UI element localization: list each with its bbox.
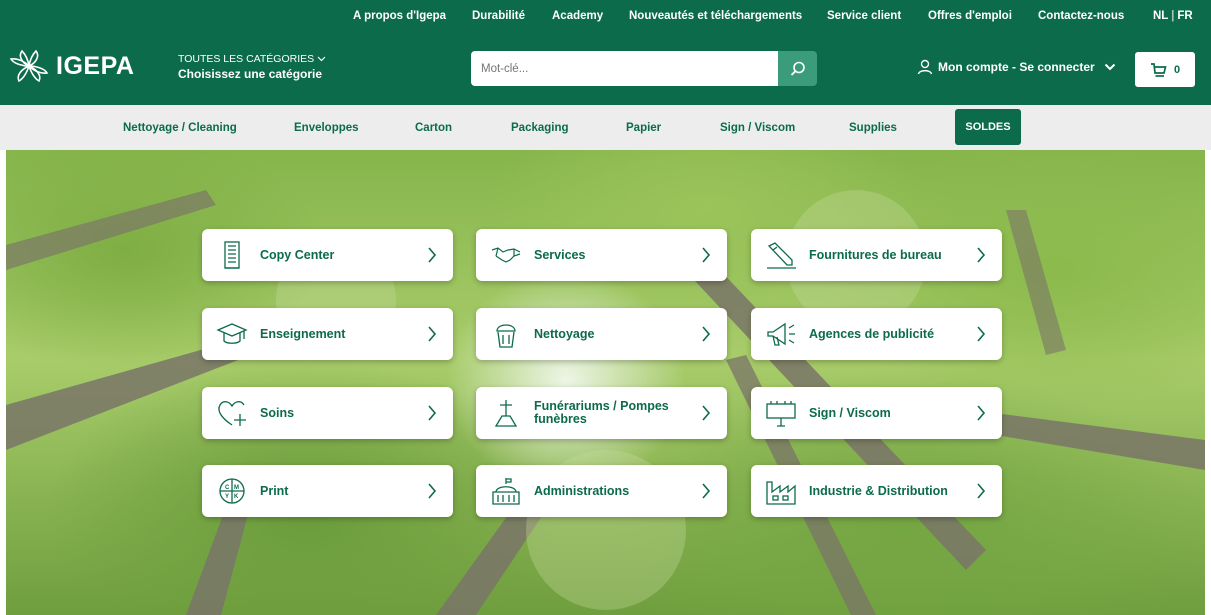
category-dropdown-value: Choisissez une catégorie: [178, 67, 323, 81]
catnav-item-carton[interactable]: Carton: [415, 122, 452, 134]
svg-text:M: M: [234, 485, 239, 491]
hero-banner: Copy Center Services Fournitures de bure…: [6, 150, 1205, 615]
chevron-right-icon: [977, 326, 986, 342]
tile-copy-center[interactable]: Copy Center: [202, 229, 453, 281]
tile-label: Industrie & Distribution: [809, 483, 948, 498]
svg-text:Y: Y: [225, 494, 229, 500]
tile-industry-distribution[interactable]: Industrie & Distribution: [751, 465, 1002, 517]
lang-nl-link[interactable]: NL: [1153, 10, 1168, 22]
cart-button[interactable]: 0: [1135, 52, 1195, 87]
catnav-item-envelopes[interactable]: Enveloppes: [294, 122, 359, 134]
chevron-right-icon: [977, 247, 986, 263]
tile-funeral[interactable]: Funérariums / Pompes funèbres: [476, 387, 727, 439]
logo[interactable]: IGEPA: [8, 47, 134, 85]
chevron-right-icon: [702, 405, 711, 421]
tile-label: Funérariums / Pompes funèbres: [534, 399, 669, 426]
user-icon: [917, 59, 933, 75]
tile-sign-viscom[interactable]: Sign / Viscom: [751, 387, 1002, 439]
chevron-right-icon: [702, 326, 711, 342]
chevron-right-icon: [977, 483, 986, 499]
building-icon: [492, 478, 520, 505]
chevron-right-icon: [428, 483, 437, 499]
copier-icon: [224, 241, 240, 269]
topbar-link-contact[interactable]: Contactez-nous: [1038, 10, 1124, 22]
catnav-item-supplies[interactable]: Supplies: [849, 122, 897, 134]
chevron-right-icon: [702, 247, 711, 263]
tile-print[interactable]: CMYK Print: [202, 465, 453, 517]
chevron-right-icon: [428, 326, 437, 342]
account-login-link[interactable]: Mon compte - Se connecter: [917, 59, 1116, 75]
forest-background-image: [6, 190, 1205, 615]
graduation-cap-icon: [216, 323, 248, 344]
tile-cleaning[interactable]: Nettoyage: [476, 308, 727, 360]
tile-label: Enseignement: [260, 326, 346, 341]
language-switcher: NL | FR: [1153, 10, 1193, 22]
topbar-link-news-downloads[interactable]: Nouveautés et téléchargements: [629, 10, 802, 22]
topbar-link-about[interactable]: A propos d'Igepa: [353, 10, 446, 22]
category-dropdown[interactable]: TOUTES LES CATÉGORIES Choisissez une cat…: [178, 53, 326, 81]
tile-education[interactable]: Enseignement: [202, 308, 453, 360]
tile-label: Fournitures de bureau: [809, 247, 942, 262]
chevron-right-icon: [702, 483, 711, 499]
tile-administrations[interactable]: Administrations: [476, 465, 727, 517]
catnav-item-packaging[interactable]: Packaging: [511, 122, 569, 134]
tile-label: Nettoyage: [534, 326, 595, 341]
search-button[interactable]: [778, 51, 817, 86]
chevron-down-icon: [317, 56, 326, 62]
tile-label: Services: [534, 247, 586, 262]
catnav-item-paper[interactable]: Papier: [626, 122, 661, 134]
chevron-right-icon: [428, 405, 437, 421]
tile-label: Print: [260, 483, 289, 498]
catnav-item-sign-viscom[interactable]: Sign / Viscom: [720, 122, 795, 134]
search-icon: [790, 61, 805, 76]
factory-icon: [766, 481, 796, 505]
account-label: Mon compte - Se connecter: [938, 60, 1095, 74]
pencil-icon: [767, 242, 796, 269]
catnav-item-cleaning[interactable]: Nettoyage / Cleaning: [123, 122, 237, 134]
topbar-link-jobs[interactable]: Offres d'emploi: [928, 10, 1012, 22]
topbar-link-sustainability[interactable]: Durabilité: [472, 10, 525, 22]
logo-text: IGEPA: [56, 51, 135, 80]
cross-grave-icon: [494, 400, 518, 427]
megaphone-icon: [767, 322, 795, 346]
cart-count: 0: [1173, 63, 1181, 76]
chevron-right-icon: [428, 247, 437, 263]
tile-label: Agences de publicité: [809, 326, 935, 341]
cmyk-icon: C MY K: [219, 478, 245, 504]
igepa-logo-icon: [9, 49, 49, 83]
tile-label: Soins: [260, 405, 295, 420]
heart-plus-icon: [218, 401, 246, 426]
tile-services[interactable]: Services: [476, 229, 727, 281]
category-dropdown-caption: TOUTES LES CATÉGORIES: [178, 53, 315, 65]
top-utility-bar: A propos d'Igepa Durabilité Academy Nouv…: [0, 0, 1211, 33]
handshake-icon: [491, 247, 521, 263]
topbar-link-customer-service[interactable]: Service client: [827, 10, 901, 22]
search-bar: [471, 51, 817, 86]
lang-fr-link[interactable]: FR: [1177, 10, 1192, 22]
search-input[interactable]: [471, 51, 778, 86]
cleaning-bucket-icon: [496, 324, 516, 348]
tile-advertising[interactable]: Agences de publicité: [751, 308, 1002, 360]
category-nav: Nettoyage / Cleaning Enveloppes Carton P…: [0, 105, 1211, 150]
tile-label: Copy Center: [260, 247, 335, 262]
main-header: IGEPA TOUTES LES CATÉGORIES Choisissez u…: [0, 33, 1211, 105]
svg-text:C: C: [225, 485, 230, 491]
lang-separator: |: [1171, 10, 1175, 22]
topbar-link-academy[interactable]: Academy: [552, 10, 603, 22]
chevron-down-icon: [1104, 63, 1115, 71]
tile-label: Administrations: [534, 483, 630, 498]
tile-office-supplies[interactable]: Fournitures de bureau: [751, 229, 1002, 281]
cart-icon: [1150, 62, 1167, 77]
chevron-right-icon: [977, 405, 986, 421]
billboard-icon: [766, 401, 796, 427]
tile-label: Sign / Viscom: [809, 405, 891, 420]
tile-care[interactable]: Soins: [202, 387, 453, 439]
svg-text:K: K: [234, 494, 239, 500]
sale-button[interactable]: SOLDES: [955, 109, 1021, 145]
